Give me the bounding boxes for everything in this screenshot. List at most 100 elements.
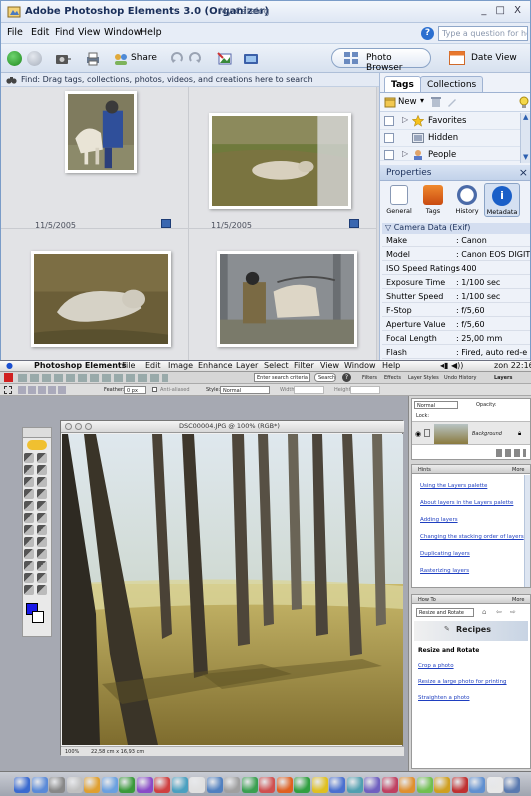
tab-tags[interactable]: Tags xyxy=(384,76,421,92)
window-controls[interactable]: _ □ X xyxy=(481,5,524,16)
dock-app-icon[interactable] xyxy=(31,777,48,793)
brush-tool-icon[interactable] xyxy=(37,549,47,559)
photo-cell[interactable] xyxy=(1,229,189,365)
menu-edit[interactable]: Edit xyxy=(145,361,161,370)
props-tab-metadata[interactable]: i Metadata xyxy=(484,183,520,217)
photo-browser-button[interactable]: Photo Browser xyxy=(331,48,431,73)
find-bar[interactable]: Find: Drag tags, collections, photos, vi… xyxy=(1,73,379,87)
zoom-tool-icon[interactable] xyxy=(37,453,47,463)
photo-thumbnail[interactable] xyxy=(209,113,351,209)
rotate-left-icon[interactable] xyxy=(169,51,185,67)
hint-link[interactable]: About layers in the Layers palette xyxy=(420,500,513,506)
dock-app-icon[interactable] xyxy=(276,777,293,793)
photo-cell[interactable] xyxy=(189,229,377,365)
document-canvas[interactable] xyxy=(62,434,403,745)
search-button[interactable]: Search xyxy=(314,373,336,382)
help-search-input[interactable]: Type a question for help xyxy=(438,26,528,41)
props-tab-tags[interactable]: Tags xyxy=(418,185,448,215)
new-tag-label[interactable]: New xyxy=(398,97,417,107)
menu-file[interactable]: File xyxy=(7,27,23,38)
eraser-tool-icon[interactable] xyxy=(24,549,34,559)
nav-back-icon[interactable]: ⇦ xyxy=(496,608,502,616)
menu-image[interactable]: Image xyxy=(168,361,193,370)
menu-app[interactable]: Photoshop Elements xyxy=(34,361,127,370)
photo-cell[interactable]: 11/5/2005 xyxy=(189,87,377,230)
photo-thumbnail[interactable] xyxy=(217,251,357,347)
tag-row-people[interactable]: ▷ People xyxy=(380,147,520,161)
props-tab-general[interactable]: General xyxy=(384,185,414,215)
hint-link[interactable]: Using the Layers palette xyxy=(420,483,487,489)
tags-scrollbar[interactable]: ▲ ▼ xyxy=(520,113,530,163)
menu-view[interactable]: View xyxy=(78,27,101,38)
new-dropdown-arrow-icon[interactable]: ▾ xyxy=(420,96,424,105)
dock-app-icon[interactable] xyxy=(311,777,328,793)
smudge-tool-icon[interactable] xyxy=(37,585,47,595)
exif-section-header[interactable]: ▽ Camera Data (Exif) xyxy=(382,223,530,234)
dock-app-icon[interactable] xyxy=(504,777,520,793)
new-tag-icon[interactable] xyxy=(384,96,396,108)
dock-app-icon[interactable] xyxy=(469,777,485,793)
tag-checkbox[interactable] xyxy=(384,150,394,160)
clone-tool-icon[interactable] xyxy=(24,537,34,547)
scroll-up-icon[interactable]: ▲ xyxy=(523,113,528,121)
anti-alias-checkbox[interactable] xyxy=(152,387,157,392)
menu-select[interactable]: Select xyxy=(264,361,289,370)
rotate-right-icon[interactable] xyxy=(187,51,203,67)
gradient-tool-icon[interactable] xyxy=(37,561,47,571)
get-photos-icon[interactable] xyxy=(55,51,71,67)
menu-view[interactable]: View xyxy=(320,361,339,370)
style-select[interactable]: Normal xyxy=(220,386,270,394)
width-input[interactable] xyxy=(294,386,324,394)
palette-tab-effects[interactable]: Effects xyxy=(384,375,401,381)
howto-select[interactable]: Resize and Rotate xyxy=(416,608,474,617)
shape-tool-icon[interactable] xyxy=(27,440,47,450)
dock-app-icon[interactable] xyxy=(434,777,450,793)
paint-bucket-tool-icon[interactable] xyxy=(24,561,34,571)
home-icon[interactable]: ⌂ xyxy=(482,608,486,616)
expand-arrow-icon[interactable]: ▷ xyxy=(402,115,408,124)
back-icon[interactable] xyxy=(7,51,22,66)
share-icon[interactable] xyxy=(113,51,129,67)
hints-scrollbar[interactable] xyxy=(524,475,530,587)
red-eye-tool-icon[interactable] xyxy=(24,525,34,535)
menu-file[interactable]: File xyxy=(122,361,135,370)
dock-app-icon[interactable] xyxy=(154,777,170,793)
shortcut-icons[interactable] xyxy=(18,374,168,382)
dock-app-icon[interactable] xyxy=(259,777,275,793)
magic-wand-tool-icon[interactable] xyxy=(24,489,34,499)
slideshow-icon[interactable] xyxy=(243,51,259,67)
help-icon[interactable]: ? xyxy=(342,373,351,382)
cookie-cutter-tool-icon[interactable] xyxy=(24,513,34,523)
straighten-tool-icon[interactable] xyxy=(37,513,47,523)
crop-tool-icon[interactable] xyxy=(37,501,47,511)
shape-tool-icon[interactable] xyxy=(24,573,34,583)
dock-app-icon[interactable] xyxy=(66,777,83,793)
dock-app-icon[interactable] xyxy=(451,777,468,793)
dock-app-icon[interactable] xyxy=(486,777,503,793)
hint-link[interactable]: Rasterizing layers xyxy=(420,568,469,574)
height-input[interactable] xyxy=(350,386,380,394)
close-icon[interactable]: × xyxy=(519,166,528,179)
eye-icon[interactable]: ◉ xyxy=(415,430,421,438)
menu-edit[interactable]: Edit xyxy=(31,27,49,38)
palette-tab-layers[interactable]: Layers xyxy=(494,375,513,381)
dock-app-icon[interactable] xyxy=(224,777,240,793)
photo-thumbnail[interactable] xyxy=(31,251,171,347)
zoom-window-icon[interactable] xyxy=(85,423,92,430)
eyedropper-tool-icon[interactable] xyxy=(37,465,47,475)
palette-tab-layer-styles[interactable]: Layer Styles xyxy=(408,375,439,381)
menu-help[interactable]: Help xyxy=(382,361,400,370)
dock-app-icon[interactable] xyxy=(189,777,205,793)
layer-row[interactable]: ◉ Background 🔒︎ xyxy=(412,421,530,445)
fix-photo-icon[interactable] xyxy=(217,51,233,67)
howto-link[interactable]: Crop a photo xyxy=(418,663,454,669)
props-tab-history[interactable]: History xyxy=(452,185,482,215)
dock-app-icon[interactable] xyxy=(241,777,258,793)
forward-icon[interactable] xyxy=(27,51,42,66)
hand-tool-icon[interactable] xyxy=(24,465,34,475)
tab-collections[interactable]: Collections xyxy=(420,76,484,92)
dock-app-icon[interactable] xyxy=(206,777,223,793)
dock-app-icon[interactable] xyxy=(381,777,398,793)
move-tool-icon[interactable] xyxy=(24,453,34,463)
zoom-level[interactable]: 100% xyxy=(65,749,79,755)
